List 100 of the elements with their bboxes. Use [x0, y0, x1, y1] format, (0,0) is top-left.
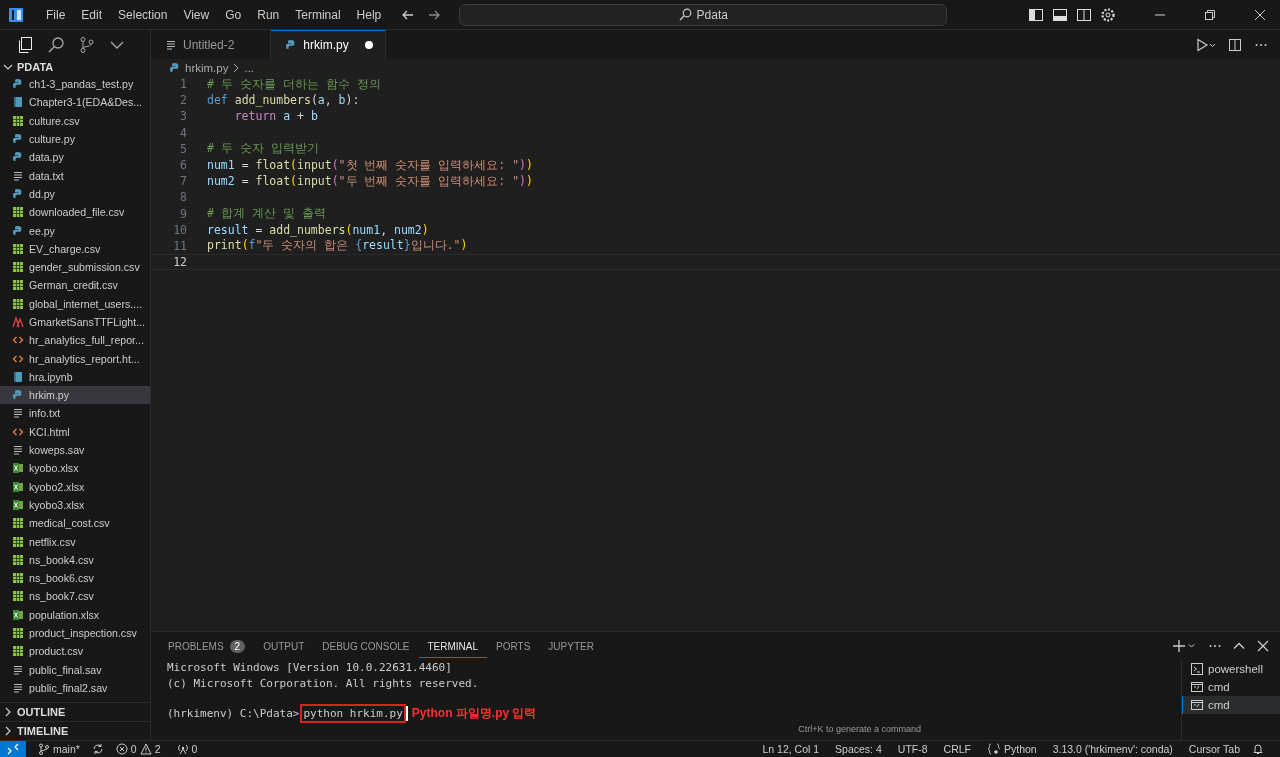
explorer-item[interactable]: population.xlsx — [0, 605, 150, 624]
menu-item[interactable]: Terminal — [287, 7, 349, 22]
line-number: 1 — [179, 77, 188, 92]
editor-tab[interactable]: hrkim.py — [271, 30, 386, 59]
explorer-item[interactable]: hrkim.py — [0, 386, 150, 405]
explorer-item[interactable]: ns_book6.csv — [0, 569, 150, 588]
terminal-list-item[interactable]: cmd — [1182, 678, 1280, 696]
terminal-list-item[interactable]: powershell — [1182, 660, 1280, 678]
explorer-item[interactable]: KCI.html — [0, 422, 150, 441]
explorer-item[interactable]: GmarketSansTTFLight... — [0, 312, 150, 332]
run-icon[interactable] — [1196, 37, 1216, 52]
python-file-icon — [12, 133, 24, 146]
close-icon[interactable] — [1256, 639, 1270, 653]
panel-tab[interactable]: PORTS — [487, 634, 540, 658]
menu-item[interactable]: Run — [249, 7, 288, 22]
explorer-item[interactable]: Chapter3-1(EDA&Des... — [0, 93, 150, 112]
search-field[interactable]: Pdata — [459, 3, 948, 26]
panel-tab[interactable]: OUTPUT — [254, 634, 314, 658]
explorer-item[interactable]: kyobo2.xlsx — [0, 477, 150, 496]
status-item[interactable]: Cursor Tab — [1184, 743, 1244, 755]
explorer-item[interactable]: kyobo3.xlsx — [0, 495, 150, 515]
explorer-item[interactable]: public_final2.sav — [0, 678, 150, 698]
split-editor-icon[interactable] — [1228, 37, 1242, 52]
menu-item[interactable]: File — [38, 7, 74, 22]
split-layout-icon[interactable] — [1076, 6, 1092, 23]
line-number: 2 — [179, 93, 188, 108]
menu-item[interactable]: Selection — [110, 7, 176, 22]
explorer-item[interactable]: data.txt — [0, 166, 150, 185]
sync-icon[interactable] — [91, 743, 104, 755]
panel-tab[interactable]: DEBUG CONSOLE — [313, 634, 419, 658]
explorer-section-header[interactable]: PDATA — [0, 59, 150, 75]
spreadsheet-file-icon — [12, 572, 24, 585]
panel-tab[interactable]: PROBLEMS 2 — [159, 633, 255, 659]
explorer-item[interactable]: hr_analytics_full_repor... — [0, 331, 150, 350]
menu-item[interactable]: Go — [217, 7, 250, 22]
status-item[interactable]: UTF-8 — [893, 743, 932, 755]
status-item[interactable]: Python — [982, 743, 1041, 755]
text-file-icon — [12, 444, 24, 457]
spreadsheet-file-icon — [12, 114, 24, 127]
ports-status[interactable]: 0 — [172, 743, 202, 755]
sidebar-toggle-icon[interactable] — [1028, 6, 1044, 23]
panel-tab[interactable]: TERMINAL — [418, 634, 488, 658]
explorer-item[interactable]: culture.csv — [0, 111, 150, 130]
search-icon[interactable] — [47, 35, 65, 54]
line-number: 10 — [172, 222, 188, 237]
source-control-icon[interactable] — [78, 35, 96, 54]
close-icon[interactable] — [1254, 8, 1266, 21]
menu-item[interactable]: Edit — [73, 7, 111, 22]
breadcrumb-item[interactable]: ... — [244, 61, 255, 74]
explorer-item[interactable]: downloaded_file.csv — [0, 203, 150, 222]
problems-status[interactable]: 0 2 — [111, 743, 165, 755]
explorer-item[interactable]: gender_submission.csv — [0, 257, 150, 277]
explorer-item[interactable]: medical_cost.csv — [0, 514, 150, 533]
explorer-item[interactable]: hra.ipynb — [0, 367, 150, 387]
remote-button[interactable] — [0, 741, 26, 757]
explorer-item[interactable]: netflix.csv — [0, 532, 150, 551]
restore-icon[interactable] — [1204, 8, 1216, 21]
explorer-item[interactable]: koweps.sav — [0, 440, 150, 460]
explorer-item[interactable]: public_final.sav — [0, 660, 150, 679]
terminal-output-line: Microsoft Windows [Version 10.0.22631.4460] — [167, 660, 453, 676]
status-item[interactable]: 3.13.0 ('hrkimenv': conda) — [1048, 743, 1177, 755]
line-number: 9 — [179, 206, 188, 221]
spreadsheet-file-icon — [12, 242, 24, 255]
chevron-right-icon — [232, 62, 241, 73]
status-item[interactable]: Spaces: 4 — [831, 743, 886, 755]
terminal-list-item[interactable]: cmd — [1182, 696, 1280, 714]
status-item[interactable]: CRLF — [939, 743, 975, 755]
explorer-item[interactable]: info.txt — [0, 404, 150, 423]
panel-toggle-icon[interactable] — [1052, 6, 1068, 23]
explorer-item[interactable]: data.py — [0, 148, 150, 167]
panel-tab[interactable]: JUPYTER — [539, 634, 603, 658]
bell-icon[interactable] — [1252, 743, 1264, 755]
search-icon — [678, 8, 692, 21]
explorer-item[interactable]: EV_charge.csv — [0, 239, 150, 258]
explorer-item[interactable]: ns_book4.csv — [0, 550, 150, 569]
branch-status[interactable]: main* — [34, 743, 84, 755]
menu-item[interactable]: Help — [348, 7, 390, 22]
python-file-icon — [12, 224, 24, 237]
explorer-item[interactable]: culture.py — [0, 129, 150, 149]
notebook-file-icon — [12, 370, 24, 383]
explorer-item[interactable]: ch1-3_pandas_test.py — [0, 75, 150, 94]
explorer-item[interactable]: hr_analytics_report.ht... — [0, 349, 150, 368]
explorer-item[interactable]: global_internet_users.... — [0, 294, 150, 313]
explorer-item[interactable]: ee.py — [0, 221, 150, 240]
menu-item[interactable]: View — [175, 7, 218, 22]
explorer-item[interactable]: kyobo.xlsx — [0, 459, 150, 478]
settings-icon[interactable] — [1100, 6, 1116, 23]
code-line: num1 = float(input("첫 번째 숫자를 입력하세요: ")) — [207, 157, 533, 173]
explorer-item[interactable]: dd.py — [0, 184, 150, 204]
warning-icon — [139, 743, 152, 755]
explorer-item[interactable]: product_inspection.csv — [0, 623, 150, 643]
files-icon[interactable] — [16, 35, 34, 54]
status-item[interactable]: Ln 12, Col 1 — [758, 743, 824, 755]
sidebar-section-header[interactable]: OUTLINE — [0, 702, 150, 721]
explorer-item[interactable]: ns_book7.csv — [0, 587, 150, 606]
excel-file-icon — [12, 480, 24, 493]
breadcrumb-item[interactable]: hrkim.py — [185, 61, 229, 74]
explorer-item[interactable]: German_credit.csv — [0, 276, 150, 295]
spreadsheet-file-icon — [12, 517, 24, 530]
explorer-item[interactable]: product.csv — [0, 642, 150, 661]
